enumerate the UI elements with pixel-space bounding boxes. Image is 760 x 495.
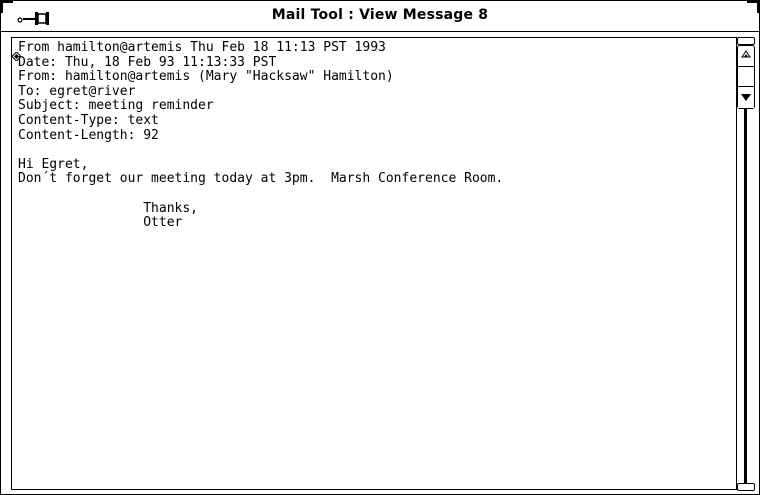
body-line-greeting: Hi Egret, <box>18 156 89 172</box>
scrollbar-top-cable-anchor[interactable] <box>737 37 755 45</box>
body-line-signature: Otter <box>18 215 183 231</box>
header-line-date: Date: Thu, 18 Feb 93 11:13:33 PST <box>18 54 277 70</box>
mail-tool-window: Mail Tool : View Message 8 From hamilton… <box>0 0 760 495</box>
title-bar[interactable]: Mail Tool : View Message 8 <box>0 0 760 32</box>
scrollbar-bottom-cable-anchor[interactable] <box>737 483 755 491</box>
header-line-from-envelope: From hamilton@artemis Thu Feb 18 11:13 P… <box>18 40 386 55</box>
scroll-up-button[interactable] <box>738 46 754 67</box>
window-title: Mail Tool : View Message 8 <box>271 7 489 23</box>
vertical-scrollbar[interactable] <box>737 37 755 492</box>
header-line-from: From: hamilton@artemis (Mary "Hacksaw" H… <box>18 69 394 85</box>
scroll-up-arrow-icon <box>741 50 751 58</box>
message-view-pane[interactable]: From hamilton@artemis Thu Feb 18 11:13 P… <box>11 37 737 490</box>
scroll-down-button[interactable] <box>738 87 754 108</box>
scrollbar-cable[interactable] <box>744 109 747 483</box>
body-line-main: Don´t forget our meeting today at 3pm. M… <box>18 171 504 187</box>
body-line-blank-2: ​ <box>18 187 503 202</box>
header-line-content-length: Content-Length: 92 <box>18 127 159 143</box>
header-line-subject: Subject: meeting reminder <box>18 98 214 114</box>
message-text[interactable]: From hamilton@artemis Thu Feb 18 11:13 P… <box>18 40 504 231</box>
body-line-thanks: Thanks, <box>18 200 199 216</box>
header-line-to: To: egret@river <box>18 83 136 99</box>
body-line-blank: ​ <box>18 143 503 158</box>
header-line-content-type: Content-Type: text <box>18 112 159 128</box>
scroll-drag-area[interactable] <box>738 67 754 87</box>
scrollbar-elevator[interactable] <box>737 45 755 109</box>
scroll-down-arrow-icon <box>741 94 751 101</box>
